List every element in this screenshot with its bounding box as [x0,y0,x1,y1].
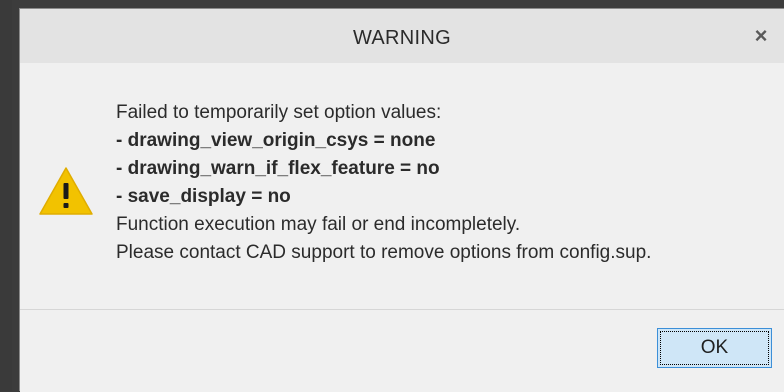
warning-message: Failed to temporarily set option values:… [116,99,651,267]
dialog-body: Failed to temporarily set option values:… [20,63,784,309]
background-window [0,0,12,391]
close-button[interactable]: × [748,23,774,49]
warning-dialog: WARNING × Failed to temporarily set opti… [19,8,784,392]
message-note-contact: Please contact CAD support to remove opt… [116,242,652,263]
option-line-save-display: - save_display = no [116,186,291,207]
dialog-footer: OK [20,310,784,392]
dialog-title: WARNING [352,27,452,49]
option-line-drawing-view-origin-csys: - drawing_view_origin_csys = none [116,130,436,151]
warning-icon [39,167,93,215]
option-line-drawing-warn-if-flex-feature: - drawing_warn_if_flex_feature = no [116,158,440,179]
ok-button[interactable]: OK [657,328,772,368]
close-icon: × [754,23,768,48]
dialog-titlebar: WARNING × [20,9,784,63]
message-intro: Failed to temporarily set option values: [116,102,442,123]
message-note-execution: Function execution may fail or end incom… [116,214,521,235]
